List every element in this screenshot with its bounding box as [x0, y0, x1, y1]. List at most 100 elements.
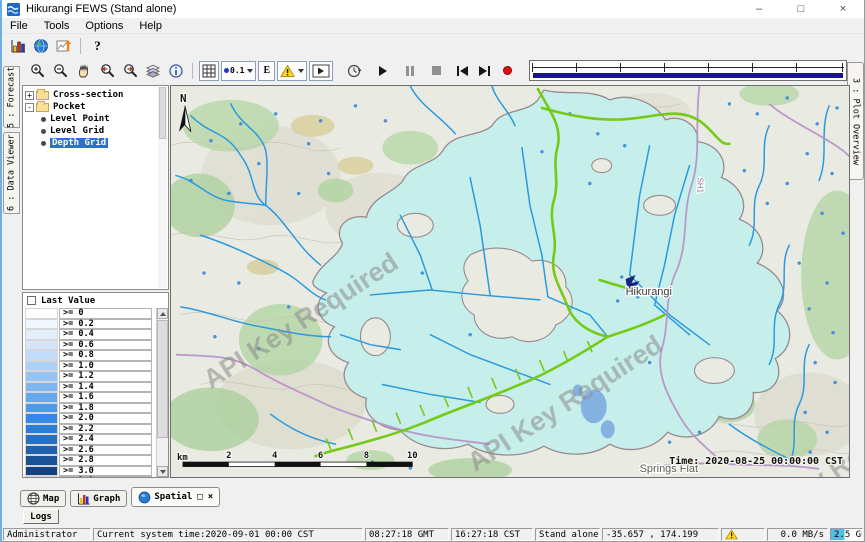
tab-data-viewer[interactable]: 6 : Data Viewer [3, 132, 20, 214]
map-display-button[interactable] [29, 36, 52, 56]
collapse-icon[interactable]: - [25, 103, 34, 112]
bar-chart-icon [10, 38, 26, 54]
step-forward-icon [479, 66, 487, 76]
classification-editor-button[interactable]: E [258, 61, 275, 81]
legend-swatch [25, 308, 58, 319]
legend-row[interactable]: >= 1.4 [25, 382, 168, 393]
legend-row[interactable]: >= 1.0 [25, 361, 168, 372]
record-button[interactable] [496, 61, 519, 81]
tree-item-level-grid[interactable]: Level Grid [25, 125, 166, 137]
step-back-icon [460, 66, 468, 76]
info-button[interactable] [164, 61, 187, 81]
legend-swatch [25, 382, 58, 393]
chart-arrow-icon [56, 38, 72, 54]
legend-row[interactable]: >= 2.6 [25, 445, 168, 456]
contour-interval-button[interactable]: 0.1 [221, 61, 256, 81]
legend-swatch [25, 319, 58, 330]
legend-row[interactable]: >= 0.4 [25, 329, 168, 340]
legend-row[interactable]: >= 0.8 [25, 350, 168, 361]
time-slider[interactable] [529, 60, 847, 81]
hand-icon [76, 63, 92, 79]
tab-map[interactable]: Map [20, 490, 66, 507]
legend-scrollbar-thumb[interactable] [157, 320, 168, 438]
step-forward-button[interactable] [473, 61, 496, 81]
tree-item-level-point[interactable]: Level Point [25, 113, 166, 125]
legend-row[interactable]: >= 2.0 [25, 413, 168, 424]
legend-row[interactable]: >= 0 [25, 308, 168, 319]
legend-row[interactable]: >= 1.8 [25, 403, 168, 414]
map-canvas[interactable]: API Key Required API Key Required API Ke… [171, 86, 849, 477]
status-coordinates: -35.657 , 174.199 [602, 528, 719, 541]
pan-button[interactable] [72, 61, 95, 81]
scale-tick-label: 8 [364, 451, 369, 461]
tree-item-depth-grid[interactable]: Depth Grid [25, 137, 166, 149]
legend-row[interactable]: >= 2.2 [25, 424, 168, 435]
layers-button[interactable] [141, 61, 164, 81]
tab-spatial[interactable]: Spatial □ × [131, 487, 220, 507]
bottom-panel: Map Graph Spatial □ × Logs [2, 478, 864, 527]
time-slider-range[interactable] [533, 73, 843, 78]
map-viewport[interactable]: API Key Required API Key Required API Ke… [170, 85, 850, 478]
legend-row[interactable]: >= 3.2 [25, 476, 168, 477]
legend-swatch [25, 424, 58, 435]
globe-icon [33, 38, 49, 54]
grid-display-button[interactable] [199, 61, 219, 81]
spatial-display-button[interactable] [52, 36, 75, 56]
zoom-in-button[interactable] [26, 61, 49, 81]
menu-file[interactable]: File [2, 20, 36, 32]
legend-swatch [25, 434, 58, 445]
legend-row[interactable]: >= 2.8 [25, 455, 168, 466]
legend-row[interactable]: >= 3.0 [25, 466, 168, 477]
globe-icon [138, 491, 151, 504]
play-button[interactable] [371, 61, 394, 81]
zoom-next-button[interactable] [118, 61, 141, 81]
zoom-previous-button[interactable] [95, 61, 118, 81]
tab-forecast[interactable]: 5 : Forecast [3, 66, 20, 128]
help-button[interactable]: ? [86, 36, 109, 56]
status-bar: Administrator Current system time:2020-0… [2, 527, 864, 542]
expand-icon[interactable]: + [25, 91, 34, 100]
legend-label: >= 0.6 [59, 340, 152, 351]
tree-item-pocket[interactable]: - Pocket [25, 101, 166, 113]
last-value-checkbox[interactable] [27, 296, 36, 305]
legend-row[interactable]: >= 1.6 [25, 392, 168, 403]
menu-options[interactable]: Options [77, 20, 131, 32]
legend-row[interactable]: >= 2.4 [25, 434, 168, 445]
legend-row[interactable]: >= 0.6 [25, 340, 168, 351]
menu-tools[interactable]: Tools [36, 20, 78, 32]
legend-label: >= 1.0 [59, 361, 152, 372]
bar-chart-icon [77, 492, 90, 505]
tree-item-cross-section[interactable]: + Cross-section [25, 89, 166, 101]
close-button[interactable]: × [822, 0, 864, 18]
tree-scrollbar[interactable] [158, 87, 167, 288]
scroll-up-icon[interactable] [157, 308, 168, 319]
pause-button[interactable] [398, 61, 421, 81]
legend-swatch [25, 361, 58, 372]
timeseries-dialog-button[interactable] [6, 36, 29, 56]
tab-graph[interactable]: Graph [70, 490, 127, 507]
stop-button[interactable] [425, 61, 448, 81]
movie-export-button[interactable] [309, 61, 333, 81]
status-warning[interactable] [721, 528, 765, 541]
thresholds-button[interactable] [277, 61, 307, 81]
status-mode: Stand alone [535, 528, 600, 541]
logs-button[interactable]: Logs [23, 509, 59, 524]
menu-help[interactable]: Help [131, 20, 170, 32]
folder-icon [36, 103, 49, 112]
minimize-button[interactable]: – [738, 0, 780, 18]
zoom-in-icon [30, 63, 46, 79]
tab-restore-button[interactable]: □ [197, 492, 202, 502]
tree-scrollbar-thumb[interactable] [159, 87, 166, 139]
zoom-out-button[interactable] [49, 61, 72, 81]
tab-close-button[interactable]: × [208, 492, 213, 502]
legend-scrollbar[interactable] [156, 308, 168, 477]
animation-settings-button[interactable] [342, 61, 365, 81]
map-time-overlay: Time: 2020-08-25 00:00:00 CST [669, 455, 843, 467]
legend-row[interactable]: >= 0.2 [25, 319, 168, 330]
step-back-button[interactable] [450, 61, 473, 81]
maximize-button[interactable]: □ [780, 0, 822, 18]
wire-globe-icon [27, 492, 40, 505]
legend-row[interactable]: >= 1.2 [25, 371, 168, 382]
scroll-down-icon[interactable] [157, 466, 168, 477]
layer-tree-panel: + Cross-section - Pocket Level Point Lev… [22, 85, 169, 290]
